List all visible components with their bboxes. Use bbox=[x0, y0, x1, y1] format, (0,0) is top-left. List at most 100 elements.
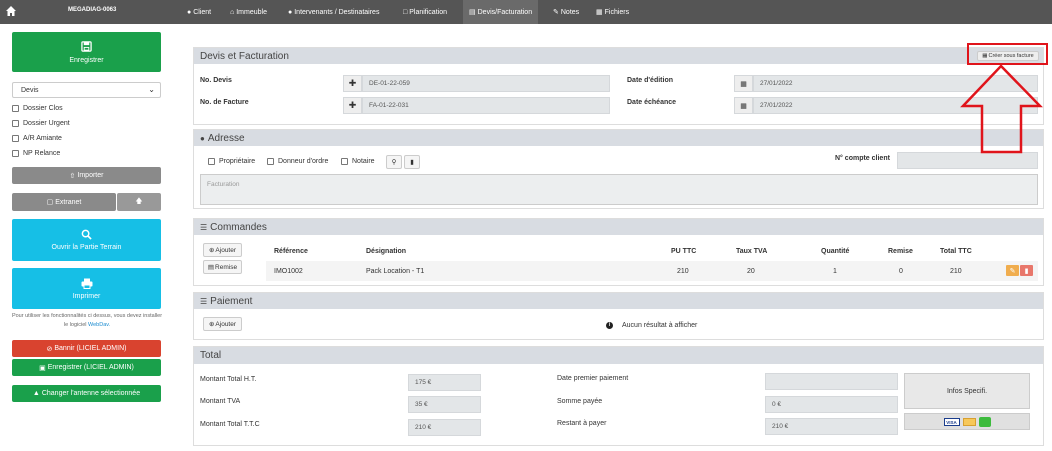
visa-icon[interactable]: VISA bbox=[943, 417, 960, 426]
adresse-panel-header: ● Adresse bbox=[194, 130, 1043, 146]
commandes-panel: ☰ Commandes ⊕ Ajouter ▤ Remise Référence Dé… bbox=[193, 218, 1044, 286]
devis-number-field[interactable]: DE-01-22-059 bbox=[362, 75, 610, 92]
paid-label: Somme payée bbox=[557, 398, 603, 405]
building-icon: ⌂ bbox=[230, 8, 235, 16]
checkbox-np-relance[interactable] bbox=[12, 150, 19, 157]
facturation-placeholder: Facturation bbox=[207, 181, 240, 188]
date-echeance-label: Date échéance bbox=[627, 99, 677, 106]
save-button-label: Enregistrer bbox=[69, 56, 104, 64]
total-tva-field: 35 € bbox=[408, 396, 481, 413]
checkbox-proprietaire[interactable] bbox=[208, 158, 215, 165]
check-donneur-ordre-label: Donneur d'ordre bbox=[278, 158, 329, 165]
col-designation: Désignation bbox=[366, 248, 407, 255]
checkbox-dossier-clos[interactable] bbox=[12, 105, 19, 112]
total-panel-header: Total bbox=[194, 347, 1043, 364]
facture-number-field[interactable]: FA-01-22-031 bbox=[362, 97, 610, 114]
remaining-label: Restant à payer bbox=[557, 420, 607, 427]
tab-planification[interactable]: □ Planification bbox=[397, 0, 453, 24]
devis-plus-button[interactable]: ✚ bbox=[343, 75, 362, 92]
ban-button[interactable]: ⊘ Bannir (LICIEL ADMIN) bbox=[12, 340, 161, 357]
paiement-panel-header: ☰ Paiement bbox=[194, 293, 1043, 309]
address-delete-button[interactable]: ▮ bbox=[404, 155, 420, 169]
compte-client-label: N° compte client bbox=[835, 155, 890, 162]
calendar-echeance-button[interactable]: ▦ bbox=[734, 97, 753, 114]
col-total-ttc: Total TTC bbox=[940, 248, 972, 255]
check-dossier-clos[interactable]: Dossier Clos bbox=[12, 105, 63, 112]
upload-icon: ⇧ bbox=[69, 172, 76, 180]
type-select-value: Devis bbox=[21, 86, 39, 94]
arrow-up-icon: 🡅 bbox=[135, 197, 143, 205]
import-button[interactable]: ⇧ Importer bbox=[12, 167, 161, 184]
check-donneur-ordre[interactable]: Donneur d'ordre bbox=[267, 158, 328, 165]
ban-button-label: Bannir (LICIEL ADMIN) bbox=[54, 345, 127, 352]
cell-taux-tva: 20 bbox=[747, 268, 755, 275]
user-icon: ● bbox=[187, 8, 192, 16]
tab-client-label: Client bbox=[193, 8, 212, 16]
envelope-icon[interactable] bbox=[962, 417, 976, 426]
check-proprietaire[interactable]: Propriétaire bbox=[208, 158, 255, 165]
facture-plus-button[interactable]: ✚ bbox=[343, 97, 362, 114]
webdav-note-text: Pour utiliser les fonctionnalités ci des… bbox=[11, 313, 163, 328]
home-icon[interactable] bbox=[5, 4, 17, 18]
check-dossier-urgent[interactable]: Dossier Urgent bbox=[12, 120, 70, 127]
check-ar-amiante[interactable]: A/R Amiante bbox=[12, 135, 62, 142]
tab-devis-facturation[interactable]: ▤ Devis/Facturation bbox=[463, 0, 539, 24]
total-ht-label: Montant Total H.T. bbox=[200, 376, 257, 383]
chat-icon[interactable] bbox=[978, 416, 991, 427]
file-icon: ▦ bbox=[596, 9, 603, 16]
cell-pu-ttc: 210 bbox=[677, 268, 689, 275]
cell-remise: 0 bbox=[899, 268, 903, 275]
extranet-button[interactable]: ▢ Extranet bbox=[12, 193, 116, 211]
tab-client[interactable]: ● Client bbox=[181, 0, 217, 24]
check-notaire-label: Notaire bbox=[352, 158, 375, 165]
calendar-edition-button[interactable]: ▦ bbox=[734, 75, 753, 92]
add-order-button[interactable]: ⊕ Ajouter bbox=[203, 243, 242, 257]
tab-intervenants[interactable]: ● Intervenants / Destinataires bbox=[282, 0, 385, 24]
col-reference: Référence bbox=[274, 248, 308, 255]
open-field-button[interactable]: Ouvrir la Partie Terrain bbox=[12, 219, 161, 261]
discount-button[interactable]: ▤ Remise bbox=[203, 260, 242, 274]
check-notaire[interactable]: Notaire bbox=[341, 158, 375, 165]
commandes-panel-title: Commandes bbox=[210, 221, 267, 233]
type-select[interactable]: Devis ⌄ bbox=[12, 82, 161, 98]
save-button[interactable]: Enregistrer bbox=[12, 32, 161, 72]
extranet-upload-button[interactable]: 🡅 bbox=[117, 193, 161, 211]
map-marker-icon: ● bbox=[200, 133, 205, 143]
add-payment-label: Ajouter bbox=[215, 320, 237, 328]
plus-icon: ✚ bbox=[348, 78, 357, 88]
check-np-relance[interactable]: NP Relance bbox=[12, 150, 60, 157]
cell-total-ttc: 210 bbox=[950, 268, 962, 275]
checkbox-dossier-urgent[interactable] bbox=[12, 120, 19, 127]
paiement-panel: ☰ Paiement ⊕ Ajouter i Aucun résultat à af… bbox=[193, 292, 1044, 340]
webdav-link[interactable]: WebDav. bbox=[88, 322, 110, 328]
edit-row-button[interactable]: ✎ bbox=[1006, 265, 1019, 276]
tab-immeuble[interactable]: ⌂ Immeuble bbox=[224, 0, 273, 24]
no-facture-label: No. de Facture bbox=[200, 99, 249, 106]
delete-row-button[interactable]: ▮ bbox=[1020, 265, 1033, 276]
total-panel: Total Montant Total H.T. 175 € Montant T… bbox=[193, 346, 1044, 446]
add-payment-button[interactable]: ⊕ Ajouter bbox=[203, 317, 242, 331]
check-dossier-clos-label: Dossier Clos bbox=[23, 105, 63, 112]
webdav-note: Pour utiliser les fonctionnalités ci des… bbox=[10, 312, 164, 330]
tab-notes[interactable]: ✎ Notes bbox=[547, 0, 585, 24]
info-icon: i bbox=[606, 322, 613, 329]
checkbox-notaire[interactable] bbox=[341, 158, 348, 165]
infos-specifiques-button[interactable]: Infos Specifi. bbox=[904, 373, 1030, 409]
address-search-button[interactable]: ⚲ bbox=[386, 155, 402, 169]
floppy-icon bbox=[81, 40, 92, 52]
checkbox-ar-amiante[interactable] bbox=[12, 135, 19, 142]
pencil-icon: ✎ bbox=[1009, 267, 1016, 275]
tab-fichiers[interactable]: ▦ Fichiers bbox=[590, 0, 635, 24]
calendar-icon: □ bbox=[403, 8, 408, 16]
cell-designation: Pack Location - T1 bbox=[366, 268, 425, 275]
checkbox-donneur-ordre[interactable] bbox=[267, 158, 274, 165]
facturation-textarea[interactable]: Facturation bbox=[200, 174, 1038, 205]
change-antenna-button[interactable]: ▲ Changer l'antenne sélectionnée bbox=[12, 385, 161, 402]
tab-intervenants-label: Intervenants / Destinataires bbox=[294, 8, 380, 16]
payment-empty-message: i Aucun résultat à afficher bbox=[606, 322, 697, 329]
save-admin-button[interactable]: ▣ Enregistrer (LICIEL ADMIN) bbox=[12, 359, 161, 376]
tab-fichiers-label: Fichiers bbox=[604, 8, 630, 16]
print-button[interactable]: Imprimer bbox=[12, 268, 161, 309]
users-icon: ● bbox=[288, 8, 293, 16]
extranet-button-label: Extranet bbox=[55, 198, 82, 206]
